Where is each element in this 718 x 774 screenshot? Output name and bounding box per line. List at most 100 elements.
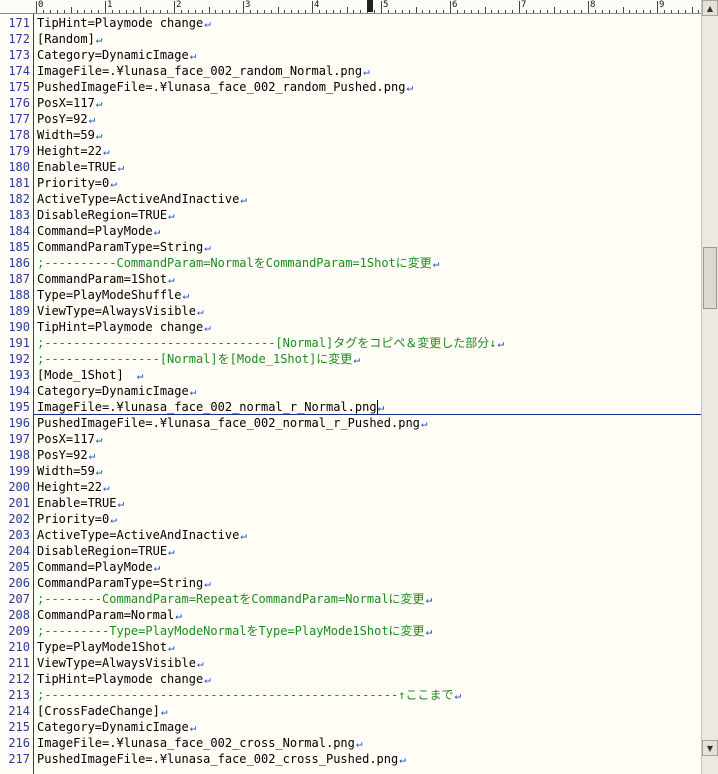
code-line[interactable]: Enable=TRUE↵ bbox=[37, 159, 124, 175]
code-line[interactable]: Type=PlayModeShuffle↵ bbox=[37, 287, 189, 303]
code-line[interactable]: ViewType=AlwaysVisible↵ bbox=[37, 655, 204, 671]
ruler-number: 7 bbox=[521, 0, 527, 10]
code-line[interactable]: DisableRegion=TRUE↵ bbox=[37, 543, 175, 559]
code-line[interactable]: PosY=92↵ bbox=[37, 111, 95, 127]
ruler-tick bbox=[167, 10, 169, 13]
scroll-down-arrow-icon[interactable]: ▼ bbox=[702, 740, 718, 756]
code-line[interactable]: TipHint=Playmode change↵ bbox=[37, 319, 211, 335]
code-line[interactable]: TipHint=Playmode change↵ bbox=[37, 15, 211, 31]
code-line[interactable]: [Mode_1Shot] ↵ bbox=[37, 367, 143, 383]
ruler-tick bbox=[636, 10, 638, 13]
code-line[interactable]: ImageFile=.¥lunasa_face_002_random_Norma… bbox=[37, 63, 370, 79]
line-text: Category=DynamicImage bbox=[37, 720, 189, 734]
line-number: 200 bbox=[8, 480, 30, 494]
code-line[interactable]: Category=DynamicImage↵ bbox=[37, 719, 196, 735]
line-text: ;--------CommandParam=RepeatをCommandPara… bbox=[37, 592, 425, 606]
newline-marker-icon: ↵ bbox=[136, 369, 144, 382]
line-number: 180 bbox=[8, 160, 30, 174]
code-line[interactable]: PushedImageFile=.¥lunasa_face_002_random… bbox=[37, 79, 413, 95]
ruler-tick bbox=[387, 10, 389, 13]
code-line[interactable]: TipHint=Playmode change↵ bbox=[37, 671, 211, 687]
line-number: 194 bbox=[8, 384, 30, 398]
ruler-tick bbox=[581, 10, 583, 13]
ruler-tick bbox=[98, 10, 100, 13]
code-line[interactable]: Height=22↵ bbox=[37, 143, 110, 159]
code-line[interactable]: Category=DynamicImage↵ bbox=[37, 383, 196, 399]
code-line[interactable]: ActiveType=ActiveAndInactive↵ bbox=[37, 191, 247, 207]
code-line[interactable]: Height=22↵ bbox=[37, 479, 110, 495]
ruler-tick bbox=[208, 7, 210, 13]
ruler-tick bbox=[394, 10, 396, 13]
code-line[interactable]: Priority=0↵ bbox=[37, 511, 117, 527]
ruler-tick bbox=[77, 10, 79, 13]
line-text: CommandParam=Normal bbox=[37, 608, 175, 622]
ruler-tick bbox=[249, 10, 251, 13]
line-number: 205 bbox=[8, 560, 30, 574]
newline-marker-icon: ↵ bbox=[117, 161, 125, 174]
scroll-up-arrow-icon[interactable]: ▲ bbox=[702, 0, 718, 16]
comment-line[interactable]: ;----------CommandParam=NormalをCommandPa… bbox=[37, 255, 439, 271]
vertical-scrollbar[interactable]: ▲ ▼ bbox=[701, 0, 718, 774]
ruler-number: 3 bbox=[245, 0, 251, 10]
code-line[interactable]: ImageFile=.¥lunasa_face_002_normal_r_Nor… bbox=[37, 399, 384, 415]
line-text: PosX=117 bbox=[37, 432, 95, 446]
ruler-tick bbox=[298, 10, 300, 13]
line-text: ;----------CommandParam=NormalをCommandPa… bbox=[37, 256, 432, 270]
code-line[interactable]: Type=PlayMode1Shot↵ bbox=[37, 639, 175, 655]
ruler-tick bbox=[519, 1, 520, 13]
line-text: PosX=117 bbox=[37, 96, 95, 110]
comment-line[interactable]: ;---------------------------------------… bbox=[37, 687, 461, 703]
ruler-tick bbox=[615, 10, 617, 13]
line-text: Type=PlayModeShuffle bbox=[37, 288, 182, 302]
line-text: ImageFile=.¥lunasa_face_002_cross_Normal… bbox=[37, 736, 355, 750]
comment-line[interactable]: ;--------------------------------[Normal… bbox=[37, 335, 504, 351]
code-line[interactable]: ImageFile=.¥lunasa_face_002_cross_Normal… bbox=[37, 735, 363, 751]
line-number: 214 bbox=[8, 704, 30, 718]
ruler-number: 1 bbox=[107, 0, 113, 10]
code-line[interactable]: PosX=117↵ bbox=[37, 95, 102, 111]
line-text: ;----------------[Normal]を[Mode_1Shot]に変… bbox=[37, 352, 353, 366]
code-line[interactable]: Category=DynamicImage↵ bbox=[37, 47, 196, 63]
code-line[interactable]: CommandParam=1Shot↵ bbox=[37, 271, 175, 287]
line-text: Category=DynamicImage bbox=[37, 384, 189, 398]
ruler-tick bbox=[174, 1, 175, 13]
code-line[interactable]: CommandParamType=String↵ bbox=[37, 239, 211, 255]
code-line[interactable]: ActiveType=ActiveAndInactive↵ bbox=[37, 527, 247, 543]
ruler-tick bbox=[436, 10, 438, 13]
text-editor[interactable]: 0 1 2 3 4 5 6 7 8 9 171 172 173 174 175 176 177 178 179 18… bbox=[0, 0, 718, 774]
code-line[interactable]: PushedImageFile=.¥lunasa_face_002_cross_… bbox=[37, 751, 406, 767]
ruler-tick bbox=[422, 10, 424, 13]
scrollbar-thumb[interactable] bbox=[703, 247, 717, 309]
code-line[interactable]: [CrossFadeChange]↵ bbox=[37, 703, 167, 719]
text-area[interactable]: TipHint=Playmode change↵ [Random]↵ Categor… bbox=[34, 14, 701, 774]
code-line[interactable]: Command=PlayMode↵ bbox=[37, 223, 160, 239]
line-number: 188 bbox=[8, 288, 30, 302]
ruler-tick bbox=[139, 7, 141, 13]
line-number: 198 bbox=[8, 448, 30, 462]
ruler-tick bbox=[443, 10, 445, 13]
code-line[interactable]: Priority=0↵ bbox=[37, 175, 117, 191]
ruler-number: 5 bbox=[383, 0, 389, 10]
code-line[interactable]: PushedImageFile=.¥lunasa_face_002_normal… bbox=[37, 415, 428, 431]
code-line[interactable]: Width=59↵ bbox=[37, 463, 102, 479]
comment-line[interactable]: ;--------CommandParam=RepeatをCommandPara… bbox=[37, 591, 432, 607]
line-text: Command=PlayMode bbox=[37, 224, 153, 238]
line-number: 181 bbox=[8, 176, 30, 190]
code-line[interactable]: Command=PlayMode↵ bbox=[37, 559, 160, 575]
comment-line[interactable]: ;----------------[Normal]を[Mode_1Shot]に変… bbox=[37, 351, 360, 367]
ruler-number: 9 bbox=[659, 0, 665, 10]
line-text: ImageFile=.¥lunasa_face_002_normal_r_Nor… bbox=[37, 400, 377, 414]
code-line[interactable]: ViewType=AlwaysVisible↵ bbox=[37, 303, 204, 319]
code-line[interactable]: DisableRegion=TRUE↵ bbox=[37, 207, 175, 223]
code-line[interactable]: PosX=117↵ bbox=[37, 431, 102, 447]
code-line[interactable]: Width=59↵ bbox=[37, 127, 102, 143]
ruler-tick bbox=[339, 10, 341, 13]
code-line[interactable]: Enable=TRUE↵ bbox=[37, 495, 124, 511]
column-ruler[interactable]: 0 1 2 3 4 5 6 7 8 9 bbox=[33, 0, 701, 14]
comment-line[interactable]: ;---------Type=PlayModeNormalをType=PlayM… bbox=[37, 623, 432, 639]
code-line[interactable]: CommandParamType=String↵ bbox=[37, 575, 211, 591]
code-line[interactable]: CommandParam=Normal↵ bbox=[37, 607, 182, 623]
code-line[interactable]: [Random]↵ bbox=[37, 31, 102, 47]
code-line[interactable]: PosY=92↵ bbox=[37, 447, 95, 463]
newline-marker-icon: ↵ bbox=[182, 289, 190, 302]
